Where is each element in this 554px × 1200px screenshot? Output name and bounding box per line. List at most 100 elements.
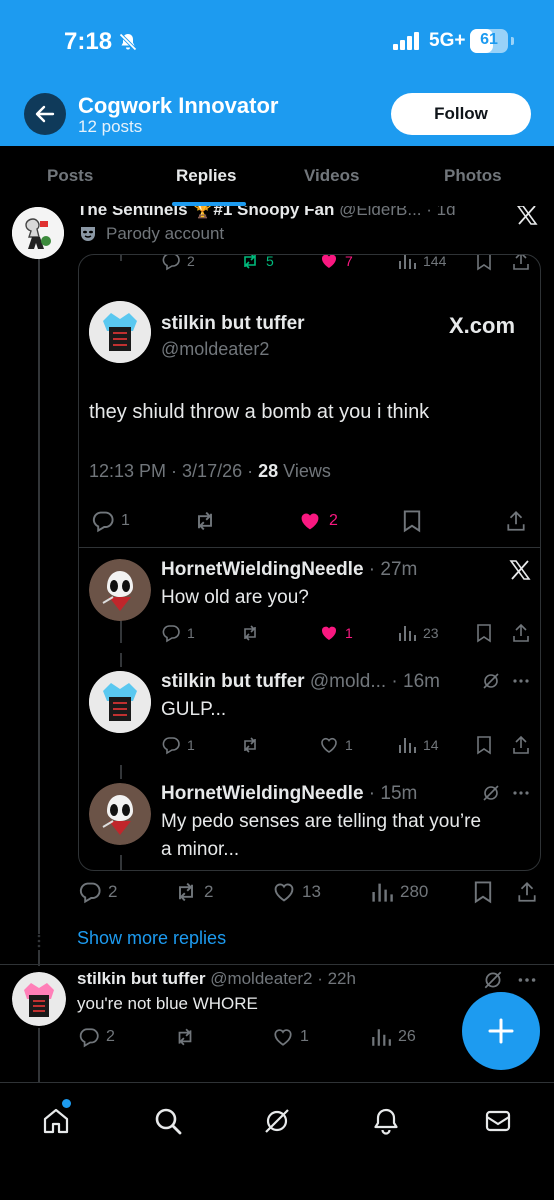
battery-level: 61 bbox=[480, 31, 498, 48]
nav-grok[interactable] bbox=[259, 1103, 295, 1139]
comment-text: a minor... bbox=[161, 839, 240, 860]
bell-off-icon bbox=[118, 32, 138, 57]
author-name[interactable]: stilkin but tuffer bbox=[77, 969, 205, 988]
more-options-icon[interactable] bbox=[511, 671, 531, 696]
thread-line bbox=[120, 653, 122, 667]
reply-icon bbox=[79, 1028, 99, 1048]
nav-home[interactable] bbox=[38, 1103, 74, 1139]
retweet-icon bbox=[244, 737, 256, 753]
author-handle[interactable]: @moldeater2 bbox=[161, 339, 269, 360]
share-icon[interactable] bbox=[511, 255, 531, 271]
retweet-action[interactable] bbox=[174, 1026, 196, 1048]
comment-time: · 15m bbox=[368, 783, 418, 804]
author-name[interactable]: stilkin but tuffer bbox=[161, 671, 305, 692]
author-handle[interactable]: @ElderB... bbox=[339, 206, 421, 219]
like-action[interactable]: 1 bbox=[319, 735, 353, 755]
thread-line bbox=[120, 855, 122, 870]
tab-photos[interactable]: Photos bbox=[444, 166, 502, 186]
parent-tweet-header: The Sentinels 🏆#1 Snoopy Fan @ElderB... … bbox=[77, 206, 456, 220]
reply-action[interactable]: 1 bbox=[161, 623, 195, 643]
compose-button[interactable] bbox=[462, 992, 540, 1070]
reply-action[interactable]: 2 bbox=[161, 255, 195, 271]
reply-action[interactable]: 1 bbox=[91, 509, 130, 533]
share-icon[interactable] bbox=[511, 623, 531, 643]
retweet-action[interactable]: 5 bbox=[240, 254, 274, 271]
reply-icon bbox=[92, 511, 114, 533]
reply-action[interactable]: 1 bbox=[161, 735, 195, 755]
reply-icon bbox=[162, 737, 180, 755]
retweet-action[interactable] bbox=[240, 735, 260, 755]
like-action[interactable]: 13 bbox=[272, 880, 321, 904]
more-options-icon[interactable] bbox=[516, 969, 538, 996]
grok-icon[interactable] bbox=[481, 671, 501, 696]
share-icon[interactable] bbox=[505, 509, 527, 533]
quoted-tweet-card[interactable]: 2 5 7 144 stilkin but tuffer @moldeater2… bbox=[78, 254, 541, 871]
avatar[interactable] bbox=[89, 301, 151, 363]
tweet-text: they shiuld throw a bomb at you i think bbox=[89, 401, 430, 423]
share-icon[interactable] bbox=[516, 880, 538, 904]
share-icon[interactable] bbox=[511, 735, 531, 755]
comment-header: HornetWieldingNeedle · 27m bbox=[161, 559, 417, 581]
tweet-time: · 1d bbox=[426, 206, 456, 219]
heart-icon bbox=[274, 1029, 292, 1046]
views-action[interactable]: 14 bbox=[397, 735, 439, 755]
views-action[interactable]: 23 bbox=[397, 623, 439, 643]
retweet-icon bbox=[198, 511, 212, 531]
like-count: 2 bbox=[329, 512, 338, 529]
views-icon bbox=[372, 1029, 391, 1046]
tweet-time: @moldeater2 · 22h bbox=[210, 969, 356, 988]
reply-icon bbox=[162, 255, 180, 271]
avatar[interactable] bbox=[12, 972, 66, 1026]
avatar[interactable] bbox=[89, 559, 151, 621]
battery-icon: 61 bbox=[470, 29, 508, 53]
tab-replies[interactable]: Replies bbox=[176, 166, 236, 186]
views-action[interactable]: 144 bbox=[397, 255, 446, 271]
nav-notifications[interactable] bbox=[368, 1103, 404, 1139]
bookmark-icon[interactable] bbox=[475, 623, 493, 643]
views-action[interactable]: 280 bbox=[370, 880, 428, 904]
tab-posts[interactable]: Posts bbox=[47, 166, 93, 186]
thread-line bbox=[120, 765, 122, 779]
avatar[interactable] bbox=[89, 783, 151, 845]
grok-icon[interactable] bbox=[481, 783, 501, 808]
bookmark-icon[interactable] bbox=[475, 735, 493, 755]
retweet-action[interactable] bbox=[240, 623, 260, 643]
nav-messages[interactable] bbox=[480, 1103, 516, 1139]
reply-action[interactable]: 2 bbox=[78, 880, 117, 904]
avatar[interactable] bbox=[89, 671, 151, 733]
like-action[interactable]: 1 bbox=[272, 1026, 309, 1048]
views-icon bbox=[399, 738, 416, 753]
retweet-action[interactable] bbox=[193, 509, 217, 533]
reply-count: 1 bbox=[187, 737, 195, 753]
follow-button[interactable]: Follow bbox=[391, 93, 531, 135]
bottom-navigation bbox=[0, 1082, 554, 1200]
x-logo-icon bbox=[509, 559, 531, 586]
nav-search[interactable] bbox=[150, 1103, 186, 1139]
parody-label: Parody account bbox=[106, 224, 225, 243]
author-name[interactable]: The Sentinels 🏆#1 Snoopy Fan bbox=[77, 206, 334, 219]
retweet-count: 2 bbox=[204, 882, 214, 901]
show-more-replies-link[interactable]: Show more replies bbox=[77, 928, 226, 949]
like-action[interactable]: 1 bbox=[319, 623, 353, 643]
author-name[interactable]: stilkin but tuffer bbox=[161, 313, 305, 335]
bookmark-icon[interactable] bbox=[472, 880, 494, 904]
retweet-action[interactable]: 2 bbox=[174, 880, 213, 904]
author-name[interactable]: HornetWieldingNeedle bbox=[161, 783, 364, 804]
xcom-brand: X.com bbox=[449, 313, 516, 338]
bookmark-icon[interactable] bbox=[401, 509, 423, 533]
bookmark-icon[interactable] bbox=[475, 255, 493, 271]
views-count: 28 bbox=[258, 461, 279, 481]
more-options-icon[interactable] bbox=[511, 783, 531, 808]
like-action[interactable]: 2 bbox=[297, 509, 338, 533]
views-action[interactable]: 26 bbox=[370, 1026, 416, 1048]
retweet-count: 5 bbox=[266, 254, 274, 269]
tab-videos[interactable]: Videos bbox=[304, 166, 359, 186]
retweet-icon bbox=[244, 625, 256, 641]
reply-action[interactable]: 2 bbox=[78, 1026, 115, 1048]
avatar[interactable] bbox=[12, 207, 64, 259]
back-button[interactable] bbox=[24, 93, 66, 135]
grok-icon bbox=[265, 1109, 289, 1133]
author-name[interactable]: HornetWieldingNeedle bbox=[161, 559, 364, 580]
heart-icon bbox=[321, 737, 337, 753]
like-action[interactable]: 7 bbox=[319, 255, 353, 271]
